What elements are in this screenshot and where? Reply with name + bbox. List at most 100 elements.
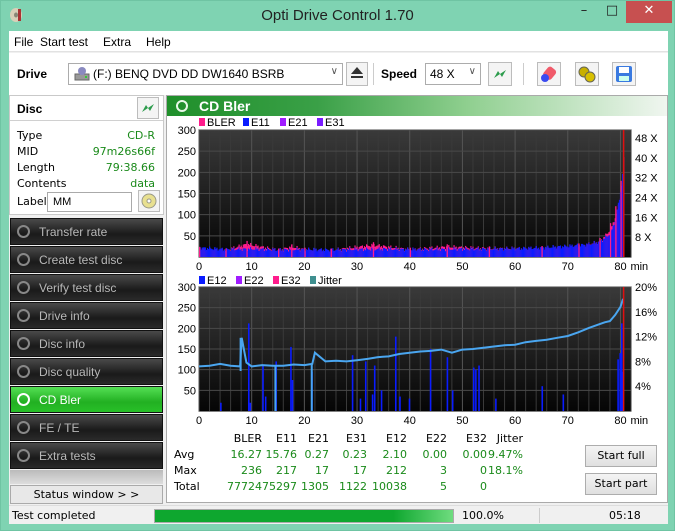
e11-bar (553, 247, 555, 257)
y-tick-label: 100 (178, 210, 196, 222)
e11-bar (501, 248, 504, 257)
e11-bar (420, 250, 422, 257)
nav-cd-bler[interactable]: CD Bler (10, 386, 163, 413)
disc-test-icon (17, 309, 30, 322)
save-button[interactable] (612, 62, 636, 86)
bler-peak (615, 206, 617, 257)
nav-create-test-disc[interactable]: Create test disc (10, 246, 163, 273)
y2-tick-label: 12% (635, 332, 657, 344)
panel-title: CD Bler (199, 98, 251, 114)
e11-bar (439, 251, 441, 257)
legend-swatch (310, 276, 316, 284)
e11-bar (266, 247, 269, 257)
e11-bar (264, 249, 267, 257)
close-button[interactable]: ✕ (626, 1, 672, 23)
e11-bar (557, 245, 559, 257)
status-text: Test completed (12, 509, 96, 522)
e11-bar (556, 246, 558, 257)
left-panel: Disc Type CD-R MID 97m26s66f Length 79:38.6… (9, 95, 164, 504)
e11-bar (496, 248, 498, 257)
legend-swatch (236, 276, 242, 284)
nav-extra-tests[interactable]: Extra tests (10, 442, 163, 469)
status-window-button[interactable]: Status window > > (10, 485, 163, 504)
e11-bar (392, 249, 394, 257)
e11-bar (382, 247, 385, 257)
e11-bar (465, 247, 467, 257)
e11-bar (293, 250, 295, 257)
e11-bar (275, 251, 277, 257)
disc-test-icon (17, 449, 30, 462)
e11-bar (423, 247, 426, 257)
y-tick-label: 200 (178, 323, 196, 335)
e11-bar (505, 249, 507, 257)
e12-bar (562, 394, 565, 411)
e11-bar (209, 246, 211, 257)
e11-bar (302, 248, 304, 257)
menu-file[interactable]: File (14, 35, 33, 49)
e11-bar (568, 247, 570, 257)
disc-label-button[interactable] (138, 190, 160, 212)
e11-bar (274, 248, 276, 257)
menu-extra[interactable]: Extra (103, 35, 131, 49)
y-tick-label: 300 (178, 282, 196, 294)
e11-bar (474, 249, 476, 257)
start-part-button[interactable]: Start part (585, 473, 657, 495)
bler-peak (291, 244, 293, 257)
e11-bar (230, 251, 232, 257)
refresh-speed-button[interactable] (488, 62, 512, 86)
e11-bar (520, 248, 523, 257)
e12-bar (371, 394, 374, 411)
e11-bar (595, 242, 597, 257)
menu-help[interactable]: Help (146, 35, 171, 49)
e11-bar (273, 249, 275, 257)
e12-bar (472, 367, 475, 411)
erase-button[interactable] (537, 62, 561, 86)
nav-drive-info[interactable]: Drive info (10, 302, 163, 329)
e12-bar (291, 380, 294, 411)
stats-header-jitter: Jitter (496, 432, 523, 445)
nav-disc-info[interactable]: Disc info (10, 330, 163, 357)
e11-bar (226, 248, 229, 257)
e12-bar (249, 402, 252, 411)
speed-select[interactable]: 48 X ∨ (425, 63, 481, 85)
disc-refresh-button[interactable] (137, 97, 159, 119)
menu-start-test[interactable]: Start test (40, 35, 88, 49)
e11-bar (457, 249, 459, 257)
drive-icon (74, 67, 90, 81)
e11-bar (495, 249, 497, 257)
x-tick-label: 60 (509, 261, 521, 273)
eject-button[interactable] (346, 62, 368, 86)
disc-test-icon (176, 100, 188, 112)
e11-bar (363, 249, 366, 257)
e11-bar (307, 250, 309, 257)
e11-bar (461, 250, 464, 257)
nav-fe-te[interactable]: FE / TE (10, 414, 163, 441)
e11-bar (539, 247, 542, 257)
e11-bar (587, 244, 589, 257)
e11-bar (591, 243, 593, 257)
e11-bar (546, 247, 548, 257)
e11-bar (205, 249, 208, 257)
e11-bar (347, 248, 349, 257)
nav-transfer-rate[interactable]: Transfer rate (10, 218, 163, 245)
e11-bar (207, 249, 210, 257)
e11-bar (476, 248, 478, 257)
drive-select[interactable]: (F:) BENQ DVD DD DW1640 BSRB ∨ (68, 63, 343, 85)
x-tick-label: 80 (614, 415, 626, 427)
nav-verify-test-disc[interactable]: Verify test disc (10, 274, 163, 301)
disc-label-input[interactable] (47, 192, 132, 212)
maximize-button[interactable]: □ (598, 1, 626, 23)
e11-bar (536, 248, 538, 257)
settings-button[interactable] (575, 62, 599, 86)
e11-bar (440, 248, 443, 257)
nav-disc-quality[interactable]: Disc quality (10, 358, 163, 385)
e11-bar (202, 247, 204, 257)
stats-cell: 3 (440, 464, 447, 477)
e11-bar (585, 246, 587, 257)
start-full-button[interactable]: Start full (585, 445, 657, 467)
e11-bar (450, 249, 452, 257)
e11-bar (357, 251, 359, 257)
minimize-button[interactable]: – (570, 1, 598, 23)
x-tick-label: 20 (298, 415, 310, 427)
save-icon (616, 66, 632, 82)
